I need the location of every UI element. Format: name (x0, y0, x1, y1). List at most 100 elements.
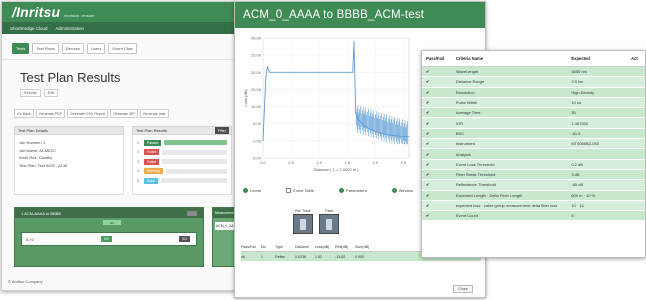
window-label: Window (398, 188, 413, 193)
test-link-card[interactable]: 1 ACM-AAAA to BBBB 0/1 0 / 0 0/1 0/1 (14, 207, 204, 267)
event-table-control[interactable]: Event Table (286, 188, 314, 193)
table-row[interactable]: ✔ Fiber Break Threshold 3 dB (422, 169, 645, 181)
table-row[interactable]: ✔ Average Time 30 (422, 108, 645, 119)
criteria-window: Pass/Fail Criteria Name Expected Act ✔ Wa… (421, 50, 646, 258)
criteria-expected: 3 dB (571, 172, 580, 178)
check-icon: ✔ (426, 192, 430, 198)
criteria-name: IOR (455, 120, 463, 126)
list-item[interactable]: 3 Failed (137, 157, 227, 167)
trace-point (402, 136, 404, 137)
table-row[interactable]: ✔ Event Loss Threshold 0.2 dB (422, 159, 645, 170)
measurement-row[interactable]: 0 / 0 0/1 0/1 (21, 232, 197, 246)
table-row[interactable]: ✔ Reflectance Threshold -65 dB (422, 180, 645, 191)
linear-control[interactable]: Linear (243, 188, 261, 193)
page-title: Test Plan Results (20, 70, 121, 85)
col-distance: Distance (295, 244, 309, 249)
check-icon: ✔ (426, 203, 430, 208)
action-row: Go Back Generate PDF Generate CSV Report… (14, 109, 236, 118)
check-icon: ✔ (426, 172, 430, 178)
results-button[interactable]: Results (20, 89, 41, 97)
criteria-expected: 0.2 dB (571, 161, 583, 167)
otdr-trace-chart[interactable]: 30.00 25.00 20.00 15.00 10.00 5.00 0.00 -5.00 0.… (241, 30, 413, 180)
criteria-name: WaveLength (455, 69, 479, 75)
criteria-expected: MT9085B2-053 (571, 141, 599, 147)
criteria-expected: 10 ns (571, 100, 582, 106)
cell-loss: 1.82 (315, 254, 322, 259)
generate-pdf-button[interactable]: Generate PDF (35, 109, 65, 118)
result-number: 1 (137, 140, 139, 145)
otdr-window-title: ACM_0_AAAA to BBBB_ACM-test (243, 9, 425, 21)
connector-image (293, 214, 313, 234)
table-row[interactable]: ✔ Event Count 6 (422, 211, 645, 222)
close-button[interactable]: Close (453, 285, 473, 293)
generate-csv-button[interactable]: Generate CSV Report (66, 109, 109, 118)
result-bar (164, 140, 227, 146)
criteria-expected: High Density (571, 89, 595, 95)
cell-refl: -15.82 (335, 254, 346, 259)
window-control[interactable]: Window (391, 188, 413, 193)
ref-trace-thumb[interactable]: Ref. Trace (293, 209, 313, 234)
filter-chip[interactable]: Filter (215, 127, 229, 134)
table-row[interactable]: ✔ BSC -81.5 (422, 128, 645, 140)
trace-point (363, 125, 365, 126)
anritsu-logo: /Inritsu (12, 4, 61, 20)
col-refl: Refl(dB) (335, 244, 349, 249)
details-header: Test Plan Details (14, 126, 124, 135)
devices-button[interactable]: Devices (61, 43, 85, 54)
check-icon: ✔ (426, 213, 430, 219)
table-row[interactable]: ✔ Distance Range 2.5 km (422, 77, 645, 88)
event-cfws-button[interactable]: Event Cfws (108, 43, 137, 54)
criteria-expected: 600 m · 10 % (571, 192, 596, 198)
trace-point (352, 71, 354, 73)
tests-button[interactable]: Tests (12, 43, 30, 54)
list-item[interactable]: 5 None (137, 176, 227, 186)
table-row[interactable]: ✔ expected loss · cable group measurement… (422, 200, 645, 212)
parameters-control[interactable]: Parameters (339, 188, 367, 193)
nav-item-cloud[interactable]: Shortmedge Cloud (10, 26, 48, 31)
details-header-label: Test Plan Details (18, 128, 48, 133)
edit-button[interactable]: Edit (43, 89, 59, 97)
y-tick-label: 25.00 (251, 53, 262, 58)
cell-distance: 0.0238 (295, 254, 306, 259)
list-item[interactable]: 1 Passed (137, 138, 227, 148)
nav-item-administration[interactable]: Administration (56, 26, 85, 31)
criteria-name: Expected Length · Delta Fiber Length (455, 192, 523, 198)
users-button[interactable]: Users (87, 43, 106, 54)
x-tick-label: 2.5 (401, 160, 407, 165)
generate-instr-button[interactable]: Generate Instr (139, 109, 169, 118)
table-row[interactable]: ✔ WaveLength 1650 nm (422, 67, 645, 78)
table-row[interactable]: ✔ Pulse Width 10 ns (422, 97, 645, 109)
list-item[interactable]: 2 Failed (137, 148, 227, 158)
y-tick-label: 0.00 (253, 138, 262, 143)
list-item[interactable]: 4 Warning (137, 167, 227, 177)
radio-icon (339, 188, 345, 193)
table-row[interactable]: ✔ Analysis (422, 149, 645, 160)
criteria-expected: 10 · 15 (571, 203, 584, 208)
criteria-name: Fiber Break Threshold (455, 172, 496, 178)
criteria-name: BSC (455, 130, 465, 136)
test-plans-button[interactable]: Test Plans (32, 43, 59, 54)
y-tick-label: 20.00 (251, 70, 262, 75)
table-row[interactable]: ✔ Expected Length · Delta Fiber Length 600… (422, 190, 645, 201)
table-row[interactable]: ✔ IOR 1.467000 (422, 118, 645, 129)
y-tick-label: 15.00 (251, 87, 262, 92)
card-menu-button[interactable] (187, 210, 197, 216)
x-tick-label: 0.5 (288, 160, 294, 165)
results-header-label: Test Plan Results (136, 128, 167, 133)
page-sub-buttons: Results Edit (20, 89, 236, 97)
col-criteria-name: Criteria Name (455, 56, 484, 61)
check-icon: ✔ (426, 141, 430, 147)
table-row[interactable]: ✔ Resolution High Density (422, 87, 645, 98)
generate-zip-button[interactable]: Generate ZIP (110, 109, 138, 118)
criteria-expected: 2.5 km (571, 79, 584, 85)
trace-thumb[interactable]: Trace (319, 209, 339, 234)
cell-type: Reflec (275, 254, 286, 259)
result-number: 5 (137, 178, 139, 183)
criteria-name: Event Loss Threshold (455, 161, 495, 167)
trace-point (318, 71, 320, 73)
trace-point (369, 128, 371, 130)
results-header: Test Plan Results Filter (132, 126, 232, 135)
go-back-button[interactable]: Go Back (14, 109, 34, 118)
table-row[interactable]: ✔ Instrument MT9085B2-053 (422, 139, 645, 150)
trace-point (397, 135, 399, 137)
